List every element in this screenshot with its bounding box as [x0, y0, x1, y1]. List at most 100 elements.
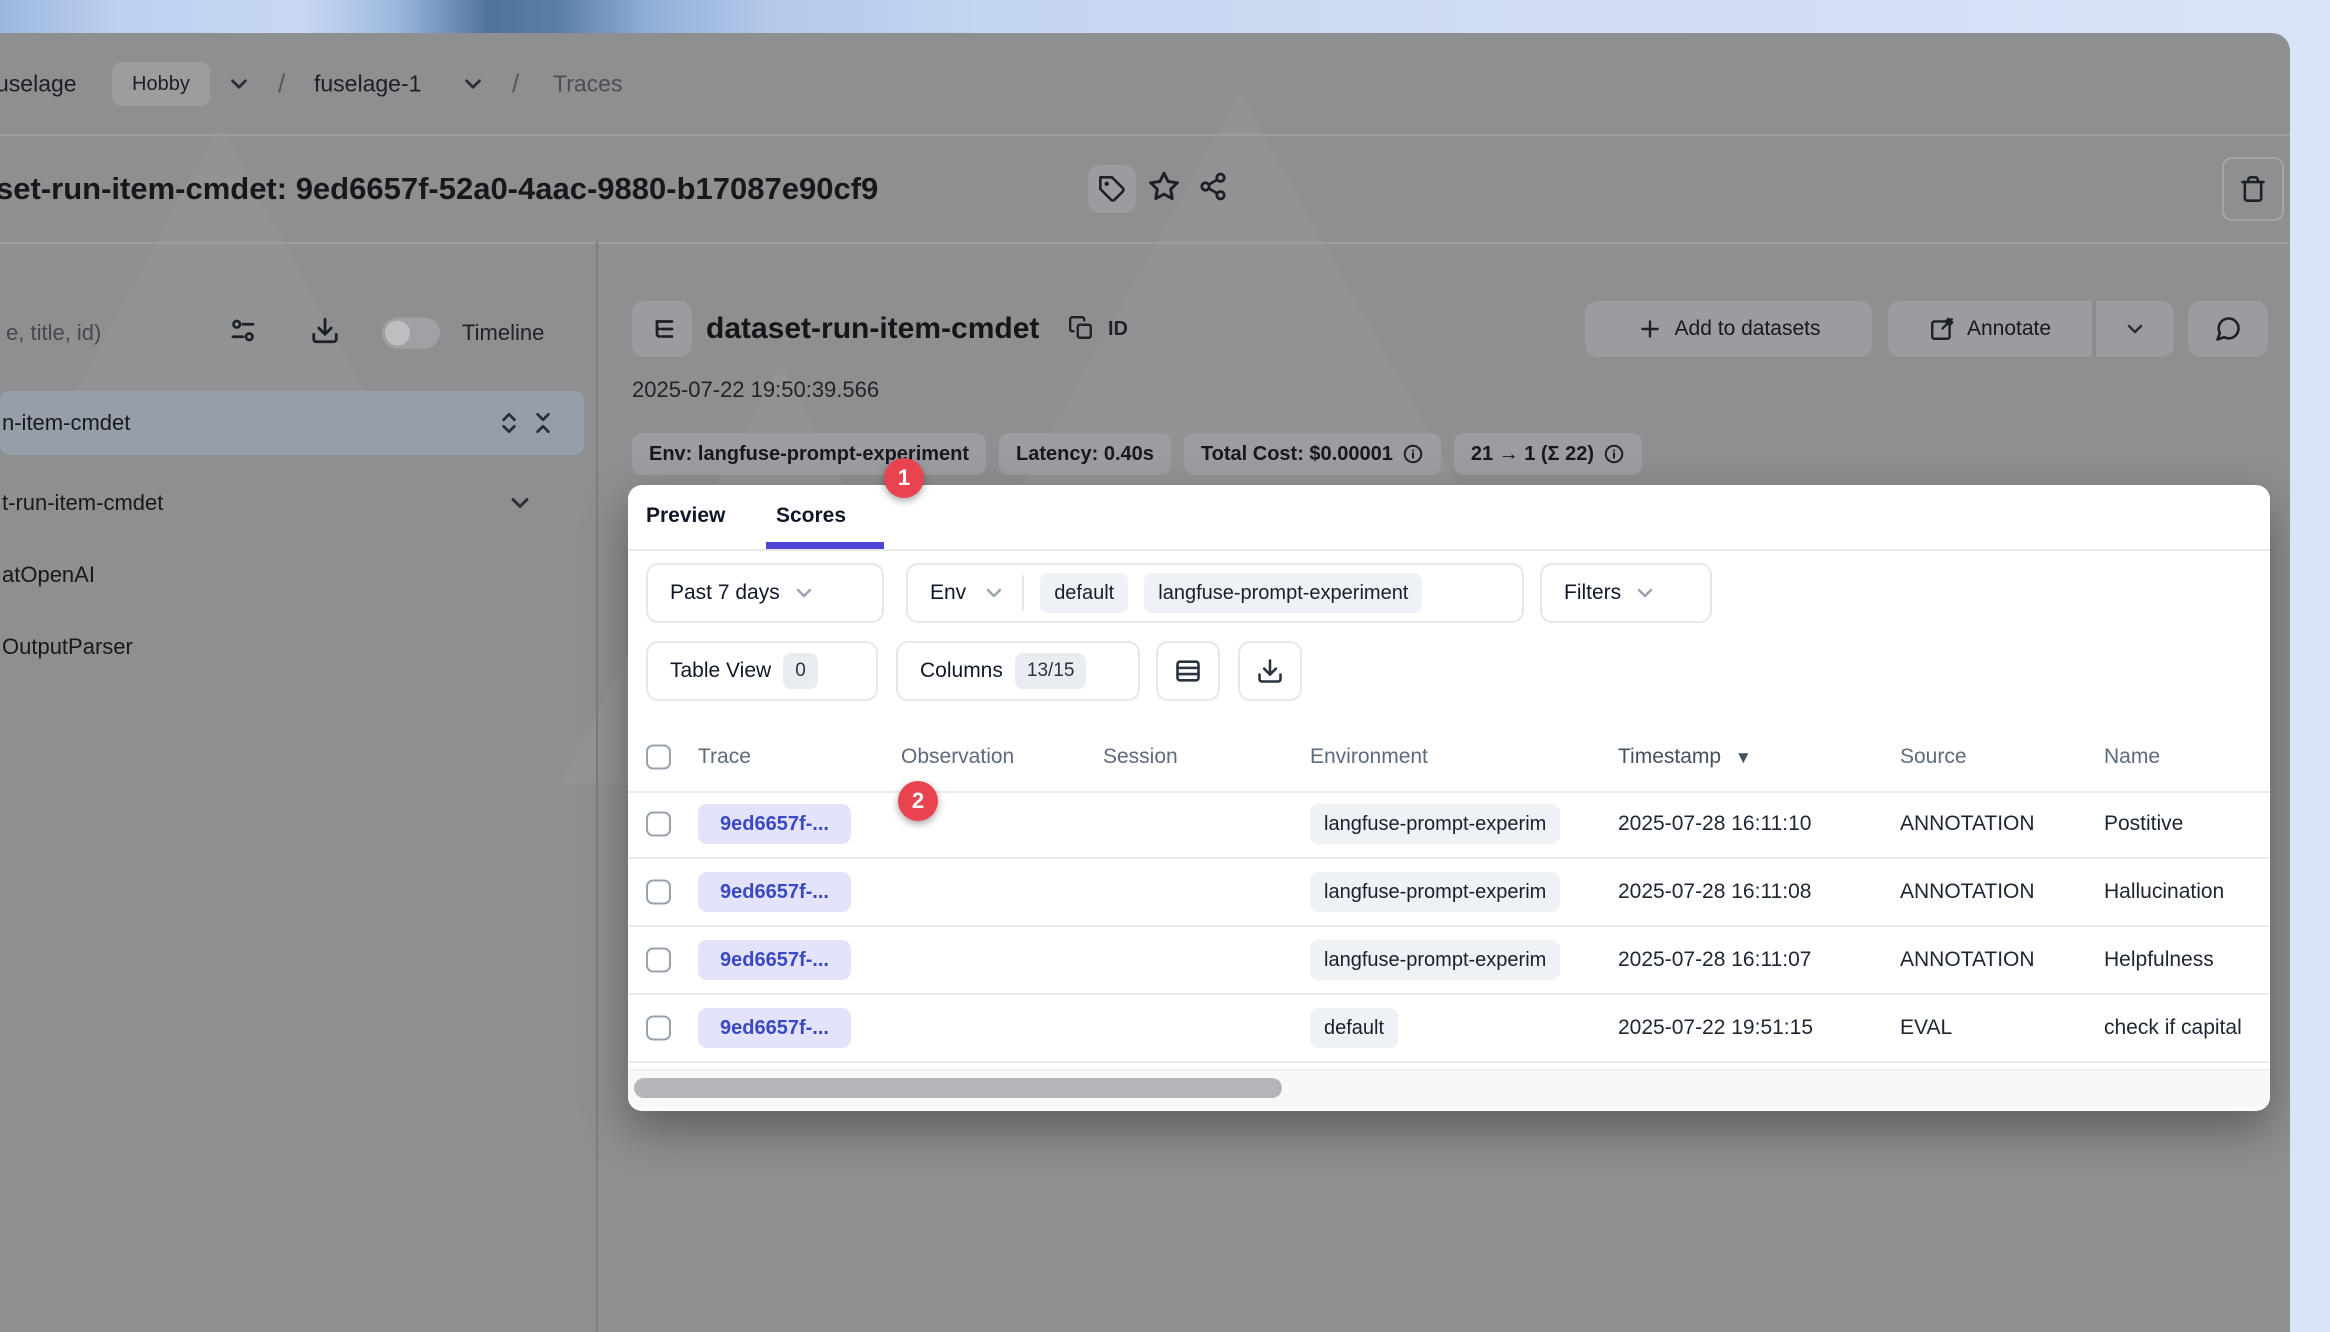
sidebar-item-label: OutputParser [2, 634, 133, 660]
sidebar-item-chatopenai[interactable]: atOpenAI [0, 543, 584, 607]
chevron-down-icon[interactable] [506, 489, 534, 517]
id-label: ID [1108, 301, 1128, 357]
source-cell: ANNOTATION [1900, 948, 2035, 972]
sidebar-item-label: n-item-cmdet [2, 410, 130, 436]
desktop-background: uselage Hobby / fuselage-1 / Traces set-… [0, 0, 2330, 1332]
expand-all-icon[interactable] [496, 410, 522, 436]
latency-badge: Latency: 0.40s [999, 433, 1171, 475]
plan-badge[interactable]: Hobby [112, 62, 210, 106]
table-row[interactable]: 9ed6657f-...langfuse-prompt-experim2025-… [628, 859, 2270, 927]
delete-button[interactable] [2222, 157, 2284, 221]
name-cell: Postitive [2104, 812, 2183, 836]
columns-button[interactable]: Columns 13/15 [896, 641, 1140, 701]
column-header-environment[interactable]: Environment [1310, 745, 1428, 769]
info-icon[interactable] [1603, 443, 1625, 465]
table-row[interactable]: 9ed6657f-...default2025-07-22 19:51:15EV… [628, 995, 2270, 1063]
table-row[interactable]: 9ed6657f-... langfuse-prompt-experim 2025-… [628, 791, 2270, 859]
chevron-down-icon [1633, 581, 1657, 605]
chevron-down-icon [982, 581, 1006, 605]
row-height-button[interactable] [1156, 641, 1220, 701]
source-cell: ANNOTATION [1900, 812, 2035, 836]
chevron-down-icon[interactable] [460, 71, 486, 97]
breadcrumb-org[interactable]: uselage [0, 71, 77, 98]
columns-label: Columns [920, 659, 1003, 683]
row-checkbox[interactable] [646, 880, 671, 905]
timestamp-cell: 2025-07-28 16:11:07 [1618, 948, 1811, 972]
score-rows: 9ed6657f-... langfuse-prompt-experim 2025-… [628, 791, 2270, 1063]
plus-icon [1637, 316, 1663, 342]
name-cell: Hallucination [2104, 880, 2224, 904]
column-header-session[interactable]: Session [1103, 745, 1178, 769]
env-badge: Env: langfuse-prompt-experiment [632, 433, 986, 475]
add-to-datasets-button[interactable]: Add to datasets [1585, 301, 1872, 357]
sidebar-divider [596, 242, 598, 1332]
star-button[interactable] [1148, 171, 1180, 208]
star-icon [1148, 171, 1180, 203]
column-header-observation[interactable]: Observation [901, 745, 1014, 769]
select-all-checkbox[interactable] [646, 745, 671, 770]
env-filter-button[interactable]: Env default langfuse-prompt-experiment [906, 563, 1524, 623]
chevron-down-icon [2123, 317, 2147, 341]
chevron-down-icon[interactable] [226, 71, 252, 97]
sliders-icon [228, 316, 258, 346]
column-header-name[interactable]: Name [2104, 745, 2160, 769]
column-header-source[interactable]: Source [1900, 745, 1967, 769]
toggle-knob [385, 321, 410, 346]
sidebar-item-run-item[interactable]: t-run-item-cmdet [0, 471, 584, 535]
chevron-down-icon [792, 581, 816, 605]
timeline-toggle[interactable] [382, 318, 440, 349]
download-tree-button[interactable] [310, 316, 340, 351]
observation-type-badge [632, 301, 692, 357]
edit-icon [1929, 316, 1955, 342]
timestamp-cell: 2025-07-28 16:11:10 [1618, 812, 1811, 836]
table-row[interactable]: 9ed6657f-... langfuse-prompt-experim 2025-… [628, 927, 2270, 995]
table-view-button[interactable]: Table View 0 [646, 641, 878, 701]
row-checkbox[interactable] [646, 948, 671, 973]
breadcrumb-project[interactable]: fuselage-1 [314, 71, 421, 98]
sidebar-item-dataset-run-item[interactable]: n-item-cmdet [0, 391, 584, 455]
annotate-label: Annotate [1967, 317, 2051, 341]
timestamp-cell: 2025-07-22 19:51:15 [1618, 1016, 1813, 1040]
column-header-trace[interactable]: Trace [698, 745, 751, 769]
info-icon[interactable] [1402, 443, 1424, 465]
filters-label: Filters [1564, 581, 1621, 605]
app-window: uselage Hobby / fuselage-1 / Traces set-… [0, 33, 2290, 1332]
horizontal-scrollbar[interactable] [628, 1069, 2270, 1107]
row-checkbox[interactable] [646, 1016, 671, 1041]
scrollbar-thumb[interactable] [634, 1078, 1282, 1098]
collapse-all-icon[interactable] [530, 410, 556, 436]
comments-button[interactable] [2188, 301, 2268, 357]
date-range-button[interactable]: Past 7 days [646, 563, 884, 623]
env-filter-label: Env [930, 581, 966, 605]
total-cost-badge: Total Cost: $0.00001 [1184, 433, 1441, 475]
filters-button[interactable]: Filters [1540, 563, 1712, 623]
environment-chip: langfuse-prompt-experim [1310, 940, 1560, 980]
table-header: Trace Observation Session Environment Ti… [628, 723, 2270, 793]
detail-timestamp: 2025-07-22 19:50:39.566 [632, 377, 879, 403]
share-button[interactable] [1198, 172, 1228, 207]
name-cell: Helpfulness [2104, 948, 2214, 972]
chat-bubble-icon [2214, 315, 2242, 343]
tab-scores[interactable]: Scores [776, 485, 846, 547]
trace-id-link[interactable]: 9ed6657f-... [698, 1008, 851, 1048]
sidebar-search-input[interactable]: e, title, id) [6, 320, 101, 346]
trace-id-link[interactable]: 9ed6657f-... [698, 940, 851, 980]
tag-button[interactable] [1088, 165, 1136, 213]
export-button[interactable] [1238, 641, 1302, 701]
table-view-label: Table View [670, 659, 771, 683]
trace-id-link[interactable]: 9ed6657f-... [698, 804, 851, 844]
sidebar-item-outputparser[interactable]: OutputParser [0, 615, 584, 679]
title-bar: set-run-item-cmdet: 9ed6657f-52a0-4aac-9… [0, 136, 2290, 242]
scores-panel: Preview Scores Past 7 days Env default l… [628, 485, 2270, 1111]
row-checkbox[interactable] [646, 812, 671, 837]
view-settings-button[interactable] [228, 316, 258, 351]
copy-id-button[interactable] [1068, 315, 1094, 346]
divider [1022, 575, 1024, 611]
annotate-dropdown-button[interactable] [2094, 301, 2174, 357]
annotate-button[interactable]: Annotate [1888, 301, 2092, 357]
env-value-chip: langfuse-prompt-experiment [1144, 573, 1422, 613]
column-header-timestamp[interactable]: Timestamp ▼ [1618, 745, 1752, 769]
tab-preview[interactable]: Preview [646, 485, 725, 547]
environment-chip: langfuse-prompt-experim [1310, 804, 1560, 844]
trace-id-link[interactable]: 9ed6657f-... [698, 872, 851, 912]
